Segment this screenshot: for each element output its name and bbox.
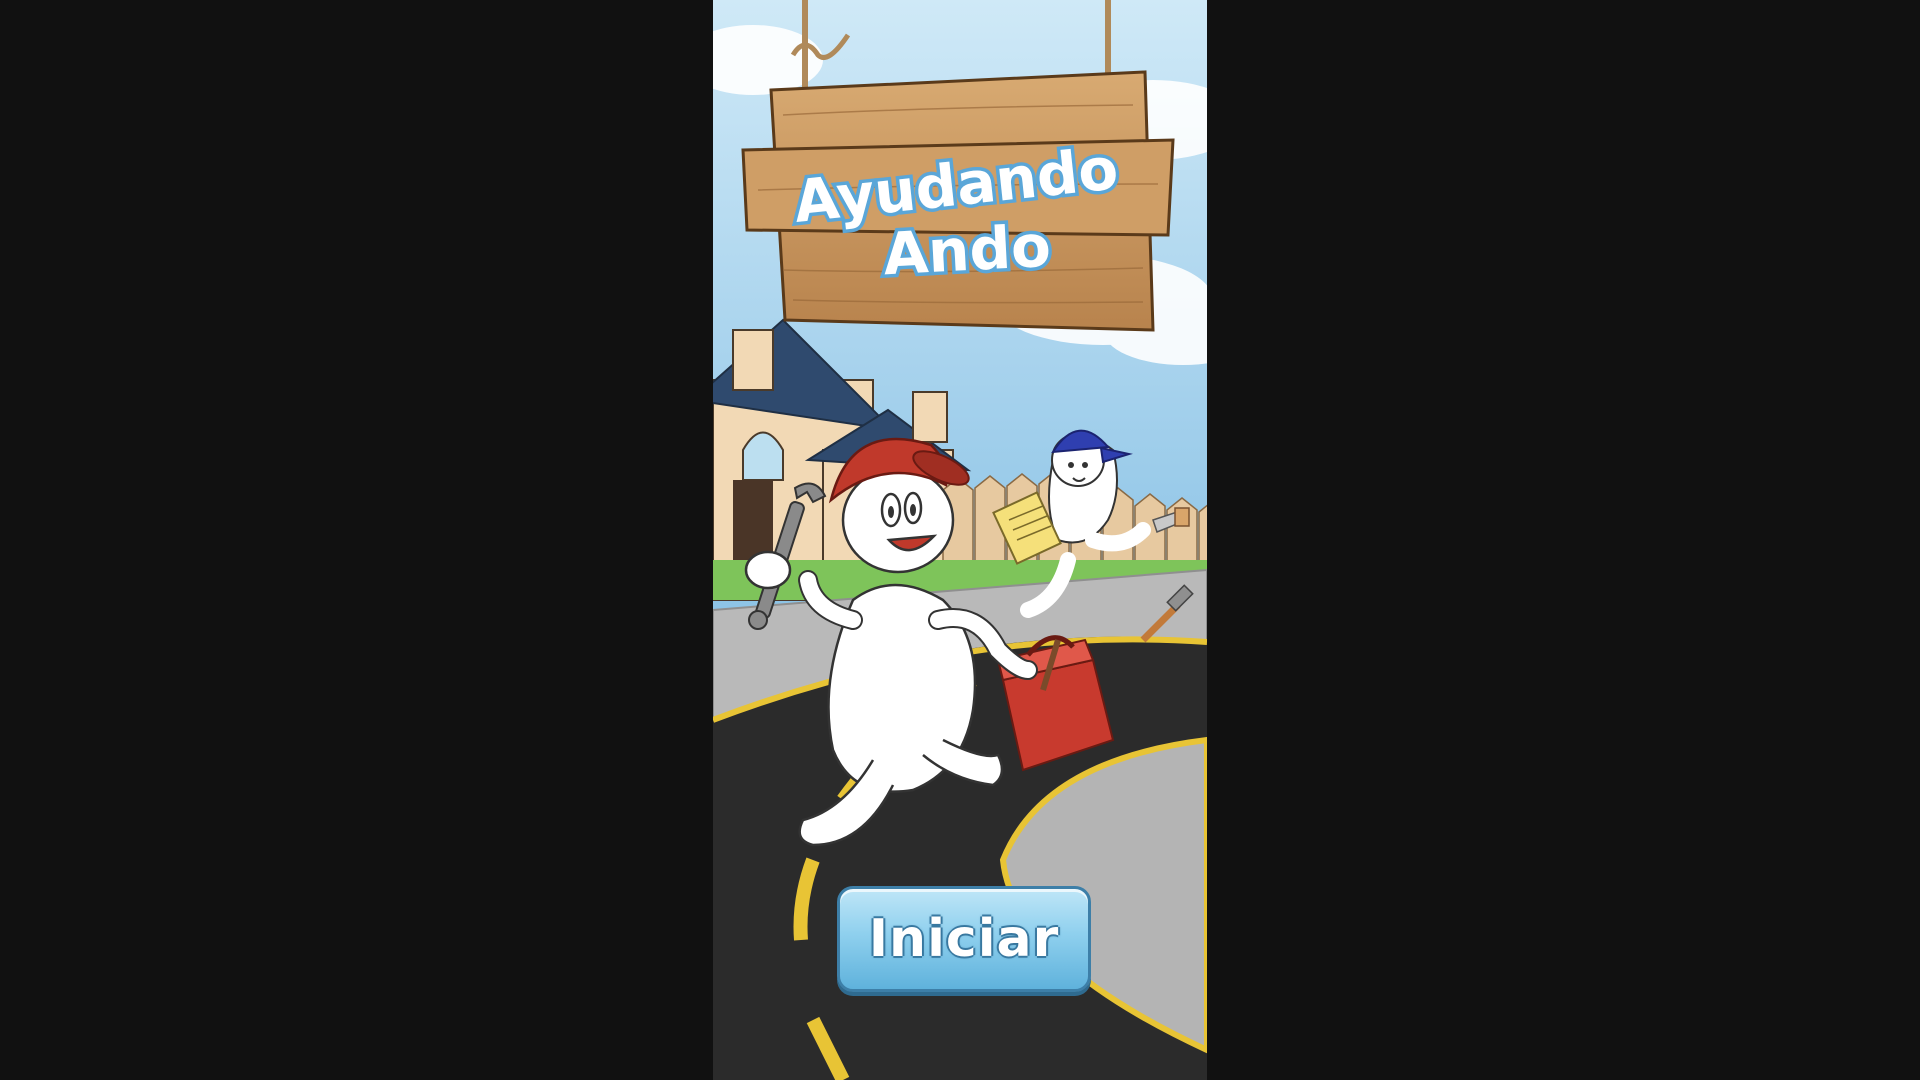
start-button[interactable]: Iniciar <box>837 886 1091 992</box>
game-viewport: Ayudando Ando Iniciar <box>713 0 1207 1080</box>
game-title-line2: Ando <box>882 212 1053 289</box>
